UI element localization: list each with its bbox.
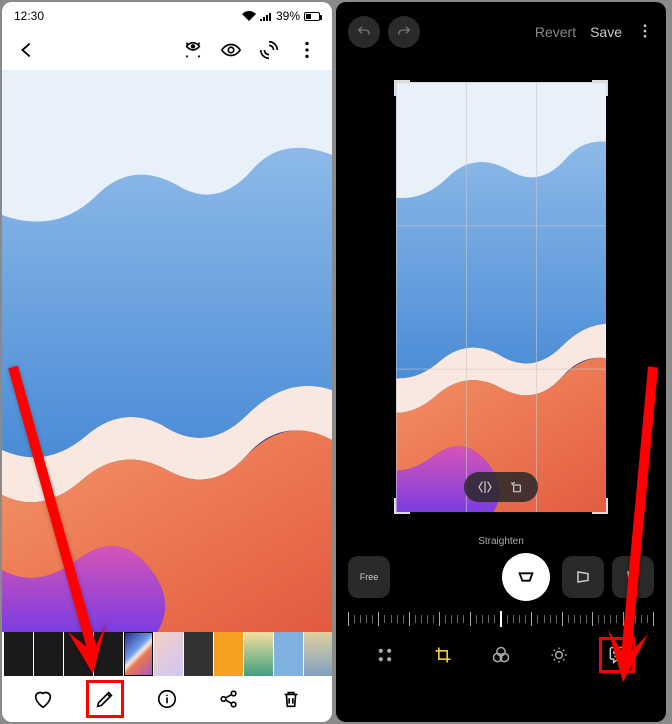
bixby-vision-icon[interactable] xyxy=(182,39,204,61)
filters-mode-button[interactable] xyxy=(483,637,519,673)
status-time: 12:30 xyxy=(14,9,44,23)
thumbnail-strip[interactable] xyxy=(2,632,332,676)
undo-button[interactable] xyxy=(348,16,380,48)
flip-horizontal-button[interactable] xyxy=(476,478,494,496)
thumbnail[interactable] xyxy=(184,632,213,676)
decorate-mode-button[interactable] xyxy=(599,637,635,673)
flip-controls xyxy=(464,472,538,502)
thumbnail[interactable] xyxy=(4,632,33,676)
straighten-ruler[interactable] xyxy=(348,607,654,631)
remaster-icon[interactable] xyxy=(258,39,280,61)
crop-handle-tl[interactable] xyxy=(394,80,410,96)
stickers-mode-button[interactable] xyxy=(367,637,403,673)
wifi-icon xyxy=(242,11,256,21)
crop-handle-bl[interactable] xyxy=(394,498,410,514)
crop-frame[interactable] xyxy=(396,82,606,512)
battery-icon xyxy=(304,12,320,21)
thumbnail[interactable] xyxy=(94,632,123,676)
thumbnail[interactable] xyxy=(214,632,243,676)
more-options-button[interactable] xyxy=(296,39,318,61)
favorite-button[interactable] xyxy=(24,680,62,718)
back-button[interactable] xyxy=(16,39,38,61)
editor-top-bar: Revert Save xyxy=(336,2,666,62)
rotate-button[interactable] xyxy=(508,478,526,496)
info-button[interactable] xyxy=(148,680,186,718)
thumbnail[interactable] xyxy=(274,632,303,676)
preview-icon[interactable] xyxy=(220,39,242,61)
battery-percent: 39% xyxy=(276,9,300,23)
thumbnail[interactable] xyxy=(244,632,273,676)
share-button[interactable] xyxy=(210,680,248,718)
crop-mode-button[interactable] xyxy=(425,637,461,673)
wallpaper-art xyxy=(2,70,332,632)
adjust-mode-button[interactable] xyxy=(541,637,577,673)
gallery-viewer-screen: 12:30 39% xyxy=(2,2,332,722)
photo-view[interactable] xyxy=(2,70,332,632)
crop-handle-br[interactable] xyxy=(592,498,608,514)
thumbnail[interactable] xyxy=(304,632,332,676)
editor-mode-bar xyxy=(336,631,666,679)
skew-horizontal-button[interactable] xyxy=(562,556,604,598)
revert-button[interactable]: Revert xyxy=(535,24,576,40)
more-options-button[interactable] xyxy=(636,22,654,43)
signal-icon xyxy=(260,11,272,21)
transform-primary-button[interactable] xyxy=(502,553,550,601)
gallery-bottom-bar xyxy=(2,676,332,722)
thumbnail-active[interactable] xyxy=(124,632,153,676)
edited-image xyxy=(396,82,606,512)
edit-button[interactable] xyxy=(86,680,124,718)
gallery-top-bar xyxy=(2,30,332,70)
thumbnail[interactable] xyxy=(154,632,183,676)
delete-button[interactable] xyxy=(272,680,310,718)
editor-canvas[interactable] xyxy=(336,62,666,532)
save-button[interactable]: Save xyxy=(590,24,622,40)
thumbnail[interactable] xyxy=(34,632,63,676)
status-bar: 12:30 39% xyxy=(2,2,332,30)
status-icons: 39% xyxy=(242,9,320,23)
redo-button[interactable] xyxy=(388,16,420,48)
photo-editor-screen: Revert Save xyxy=(336,2,666,722)
thumbnail[interactable] xyxy=(64,632,93,676)
skew-vertical-button[interactable] xyxy=(612,556,654,598)
transform-controls: Free xyxy=(336,547,666,607)
crop-handle-tr[interactable] xyxy=(592,80,608,96)
aspect-ratio-button[interactable]: Free xyxy=(348,556,390,598)
straighten-label: Straighten xyxy=(336,536,666,547)
